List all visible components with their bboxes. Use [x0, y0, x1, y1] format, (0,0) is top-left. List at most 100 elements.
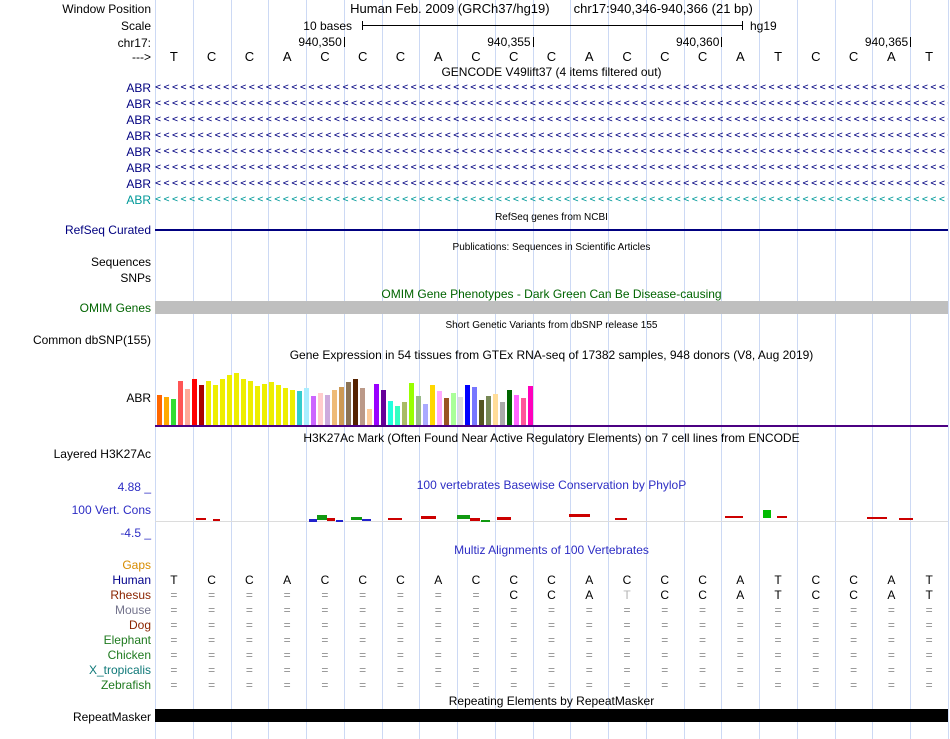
species-label[interactable]: Dog [0, 618, 151, 632]
gtex-expression-bar[interactable] [479, 400, 484, 425]
track-header-dbsnp[interactable]: Short Genetic Variants from dbSNP releas… [155, 319, 948, 332]
gtex-expression-bar[interactable] [528, 386, 533, 425]
gtex-gene-label[interactable]: ABR [0, 391, 151, 405]
gtex-expression-bar[interactable] [521, 398, 526, 425]
gtex-expression-bar[interactable] [339, 387, 344, 425]
snps-track-label[interactable]: SNPs [0, 271, 151, 285]
gtex-expression-bar[interactable] [507, 390, 512, 425]
gene-row-arrows[interactable]: <<<<<<<<<<<<<<<<<<<<<<<<<<<<<<<<<<<<<<<<… [155, 145, 948, 159]
gene-row-label[interactable]: ABR [0, 161, 151, 175]
track-header-refseq[interactable]: RefSeq genes from NCBI [155, 211, 948, 224]
gtex-expression-bar[interactable] [430, 385, 435, 425]
gtex-expression-bar[interactable] [374, 384, 379, 425]
species-label[interactable]: Chicken [0, 648, 151, 662]
gtex-expression-bar[interactable] [199, 385, 204, 425]
gtex-expression-bar[interactable] [178, 381, 183, 425]
phylop-track-label[interactable]: 100 Vert. Cons [0, 503, 151, 517]
gene-row-arrows[interactable]: <<<<<<<<<<<<<<<<<<<<<<<<<<<<<<<<<<<<<<<<… [155, 81, 948, 95]
gene-row-label[interactable]: ABR [0, 97, 151, 111]
repeatmasker-track-label[interactable]: RepeatMasker [0, 710, 151, 724]
gene-row-label[interactable]: ABR [0, 113, 151, 127]
gene-row-label[interactable]: ABR [0, 81, 151, 95]
species-label[interactable]: Rhesus [0, 588, 151, 602]
gtex-expression-bar[interactable] [255, 386, 260, 425]
gtex-expression-bar[interactable] [192, 379, 197, 425]
track-header-h3k27ac[interactable]: H3K27Ac Mark (Often Found Near Active Re… [155, 432, 948, 445]
gene-row-label[interactable]: ABR [0, 145, 151, 159]
gtex-expression-bar[interactable] [164, 397, 169, 425]
gtex-expression-bar[interactable] [346, 382, 351, 425]
refseq-gene-bar[interactable] [155, 229, 948, 231]
gtex-expression-bar[interactable] [248, 381, 253, 425]
species-label[interactable]: Gaps [0, 558, 151, 572]
track-header-multiz[interactable]: Multiz Alignments of 100 Vertebrates [155, 544, 948, 557]
track-header-phylop[interactable]: 100 vertebrates Basewise Conservation by… [155, 479, 948, 492]
gene-row-label[interactable]: ABR [0, 129, 151, 143]
gtex-expression-bar[interactable] [437, 391, 442, 425]
dbsnp-track-label[interactable]: Common dbSNP(155) [0, 333, 151, 347]
gtex-expression-bar[interactable] [227, 375, 232, 425]
gtex-expression-bar[interactable] [514, 395, 519, 425]
gtex-expression-bar[interactable] [416, 396, 421, 425]
gtex-expression-bar[interactable] [409, 383, 414, 425]
gtex-expression-bar[interactable] [423, 404, 428, 425]
gtex-expression-bar[interactable] [262, 384, 267, 425]
gtex-expression-bar[interactable] [381, 390, 386, 425]
gtex-expression-bar[interactable] [472, 387, 477, 425]
gtex-expression-bar[interactable] [311, 396, 316, 425]
track-header-repeatmasker[interactable]: Repeating Elements by RepeatMasker [155, 695, 948, 708]
omim-genes-label[interactable]: OMIM Genes [0, 301, 151, 315]
gtex-expression-bar[interactable] [353, 379, 358, 425]
gtex-expression-bar[interactable] [318, 393, 323, 425]
repeatmasker-bar[interactable] [155, 709, 948, 722]
gene-row-arrows[interactable]: <<<<<<<<<<<<<<<<<<<<<<<<<<<<<<<<<<<<<<<<… [155, 129, 948, 143]
gtex-expression-bar[interactable] [185, 389, 190, 425]
gtex-expression-bar[interactable] [388, 401, 393, 425]
gtex-expression-bar[interactable] [465, 385, 470, 425]
gtex-expression-bar[interactable] [360, 388, 365, 425]
species-label[interactable]: Zebrafish [0, 678, 151, 692]
refseq-curated-label[interactable]: RefSeq Curated [0, 223, 151, 237]
gtex-expression-bar[interactable] [220, 379, 225, 425]
gtex-expression-bar[interactable] [367, 409, 372, 425]
gtex-expression-bar[interactable] [395, 406, 400, 425]
gtex-expression-bar[interactable] [500, 402, 505, 425]
gtex-expression-bar[interactable] [486, 396, 491, 425]
gtex-expression-bar[interactable] [444, 398, 449, 425]
gtex-expression-bar[interactable] [283, 388, 288, 425]
gene-row-arrows[interactable]: <<<<<<<<<<<<<<<<<<<<<<<<<<<<<<<<<<<<<<<<… [155, 97, 948, 111]
species-label[interactable]: Human [0, 573, 151, 587]
gtex-expression-bar[interactable] [451, 393, 456, 425]
gtex-expression-bar[interactable] [171, 399, 176, 425]
species-label[interactable]: Elephant [0, 633, 151, 647]
gene-row-arrows[interactable]: <<<<<<<<<<<<<<<<<<<<<<<<<<<<<<<<<<<<<<<<… [155, 113, 948, 127]
gene-row-arrows[interactable]: <<<<<<<<<<<<<<<<<<<<<<<<<<<<<<<<<<<<<<<<… [155, 161, 948, 175]
gtex-expression-bar[interactable] [458, 397, 463, 425]
gtex-expression-bar[interactable] [213, 385, 218, 425]
species-label[interactable]: Mouse [0, 603, 151, 617]
gtex-expression-bar[interactable] [206, 381, 211, 425]
gtex-expression-bar[interactable] [276, 385, 281, 425]
species-label[interactable]: X_tropicalis [0, 663, 151, 677]
h3k27ac-track-label[interactable]: Layered H3K27Ac [0, 447, 151, 461]
gtex-expression-bar[interactable] [157, 395, 162, 425]
gtex-expression-bar[interactable] [304, 388, 309, 425]
gtex-expression-bar[interactable] [297, 391, 302, 425]
gtex-expression-bar[interactable] [493, 394, 498, 425]
track-header-publications[interactable]: Publications: Sequences in Scientific Ar… [155, 241, 948, 254]
gtex-expression-bar[interactable] [290, 390, 295, 425]
gene-row-label[interactable]: ABR [0, 193, 151, 207]
sequences-track-label[interactable]: Sequences [0, 255, 151, 269]
gtex-expression-bar[interactable] [402, 402, 407, 425]
gtex-expression-bar[interactable] [325, 395, 330, 425]
gene-row-arrows[interactable]: <<<<<<<<<<<<<<<<<<<<<<<<<<<<<<<<<<<<<<<<… [155, 193, 948, 207]
gtex-expression-bar[interactable] [332, 390, 337, 425]
gtex-expression-bar[interactable] [269, 382, 274, 425]
track-header-gtex[interactable]: Gene Expression in 54 tissues from GTEx … [155, 349, 948, 362]
omim-genes-bar[interactable] [155, 301, 948, 314]
gtex-expression-bar[interactable] [234, 373, 239, 425]
gene-row-arrows[interactable]: <<<<<<<<<<<<<<<<<<<<<<<<<<<<<<<<<<<<<<<<… [155, 177, 948, 191]
track-header-gencode[interactable]: GENCODE V49lift37 (4 items filtered out) [155, 66, 948, 79]
gene-row-label[interactable]: ABR [0, 177, 151, 191]
track-header-omim[interactable]: OMIM Gene Phenotypes - Dark Green Can Be… [155, 288, 948, 301]
